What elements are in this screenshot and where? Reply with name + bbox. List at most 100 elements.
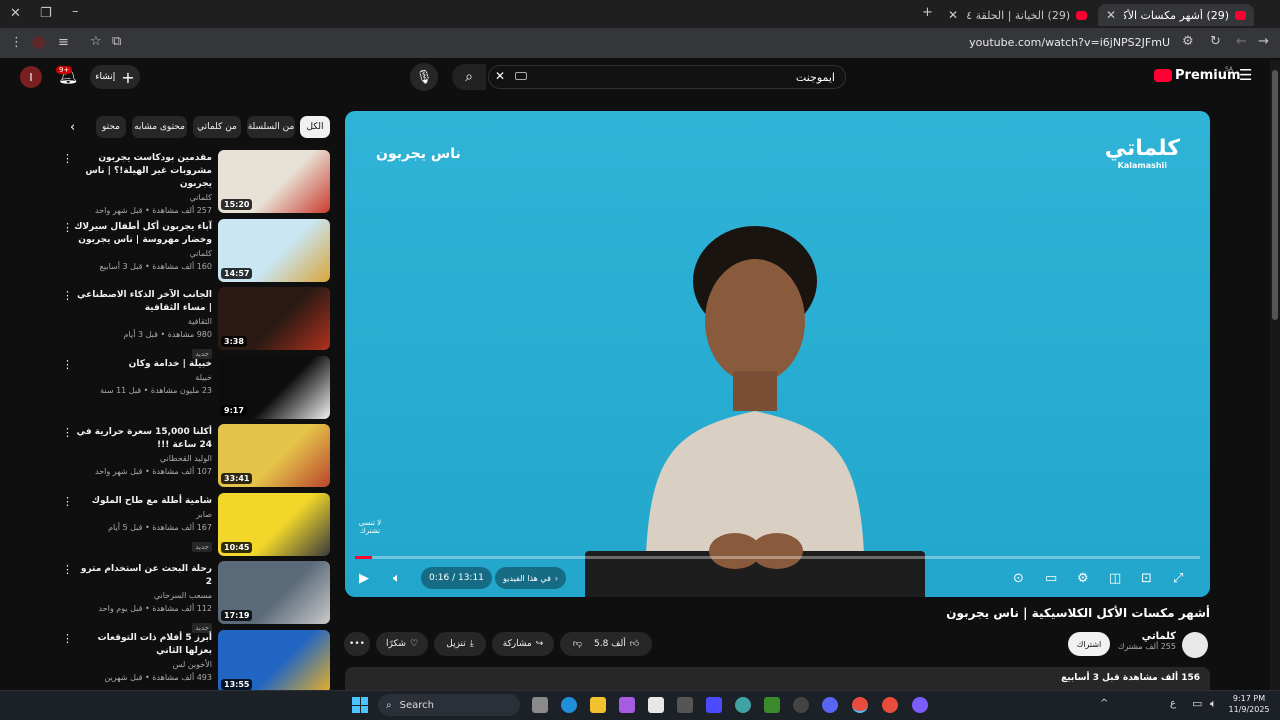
chip-all[interactable]: الكل [300,116,330,138]
recommendation-item[interactable]: 10:45 شامية أطلة مع طاح الملوك صابر 167 ألف… [58,492,330,557]
autoplay-toggle[interactable]: ⊙ [1013,571,1024,586]
discord-icon[interactable] [822,697,838,713]
bookmark-star-icon[interactable]: ☆ [90,34,102,49]
url-text[interactable]: youtube.com/watch?v=i6jNPS2JFmU [969,36,1170,49]
play-icon[interactable]: ▶ [359,571,369,586]
voice-search-icon[interactable]: 🎙︎ [410,63,438,91]
recommendation-channel[interactable]: الأخوين لس [72,658,212,671]
download-button[interactable]: تنزيل ⤓ [434,632,486,656]
chrome-icon[interactable] [852,697,868,713]
video-player[interactable]: ناس يجربون كلماتي Kalamashii لا تنسى تشت… [345,111,1210,597]
recommendation-item[interactable]: 13:55 أبرز 5 أفلام ذات التوقعات بعزلها ال… [58,629,330,694]
recommendation-item[interactable]: 15:20 مقدمين بودكاست يجربون مشروبات غير ا… [58,150,330,215]
more-options-icon[interactable]: ⋮ [62,632,73,645]
menu-dots-icon[interactable]: ⋮ [10,35,23,50]
create-button[interactable]: إنشاء + [90,65,140,89]
volume-icon[interactable]: 🔈︎ [393,571,401,586]
recommendation-title[interactable]: شامية أطلة مع طاح الملوك [72,495,212,508]
close-tab-icon[interactable]: ✕ [948,8,958,22]
chip-from-series[interactable]: من السلسلة [247,116,295,138]
more-actions-button[interactable]: ••• [344,632,370,656]
youtube-logo-icon[interactable] [1154,69,1172,82]
windows-start-icon[interactable] [352,697,368,713]
copilot-icon[interactable] [619,697,635,713]
recommendation-channel[interactable]: خبيلة [72,371,212,384]
keyboard-icon[interactable] [515,72,527,80]
chrome-icon[interactable] [882,697,898,713]
more-options-icon[interactable]: ⋮ [62,152,73,165]
search-input[interactable]: ✕ ايموجنت [488,65,846,89]
share-page-icon[interactable]: ⧉ [112,34,121,49]
recommendation-title[interactable]: آباء يجربون أكل أطفال سيرلاك وخضار مهروس… [72,221,212,247]
more-options-icon[interactable]: ⋮ [62,289,73,302]
reading-list-icon[interactable]: ≡ [58,35,69,50]
search-button[interactable]: ⌕ [452,64,486,90]
thanks-button[interactable]: شكرًا ♡ [376,632,428,656]
back-icon[interactable]: → [1258,34,1269,49]
more-options-icon[interactable]: ⋮ [62,358,73,371]
dislike-icon[interactable]: 👎︎ [573,639,582,649]
more-options-icon[interactable]: ⋮ [62,221,73,234]
share-button[interactable]: مشاركة ↪ [492,632,554,656]
reload-icon[interactable]: ↻ [1210,34,1221,49]
recommendation-title[interactable]: خبيلة | خدامة وكان [72,358,212,371]
recommendation-title[interactable]: مقدمين بودكاست يجربون مشروبات غير الهيلة… [72,152,212,191]
minimize-window-icon[interactable]: – [72,4,79,19]
chips-scroll-left-icon[interactable]: ‹ [70,120,75,135]
chapters-button[interactable]: في هذا الفيديو › [495,567,567,589]
channel-avatar[interactable] [1182,632,1208,658]
cast-icon[interactable]: ⊡ [1141,571,1152,586]
recommendation-channel[interactable]: الوليد القحطاني [72,452,212,465]
recommendation-item[interactable]: 33:41 أكلنا 15,000 سعرة حرارية في 24 ساعة… [58,424,330,488]
tab-active[interactable]: ✕ (29) أشهر مكسات الأكل الكلاسيكية [1098,4,1254,26]
recommendation-item[interactable]: 17:19 رحلة البحث عن استخدام مترو 2 مسعب ال… [58,561,330,633]
recommendation-title[interactable]: أكلنا 15,000 سعرة حرارية في 24 ساعة !!! [72,426,212,452]
fullscreen-icon[interactable]: ⤢ [1173,571,1183,586]
video-thumbnail[interactable]: 10:45 [218,492,330,556]
edge-browser-icon[interactable] [561,697,577,713]
video-thumbnail[interactable]: 13:55 [218,629,330,693]
taskbar-search[interactable]: ⌕ Search [378,694,520,716]
like-icon[interactable]: 👍︎ [630,639,639,649]
store-icon[interactable] [648,697,664,713]
chip-related[interactable]: محتوى مشابه [132,116,187,138]
captions-icon[interactable]: ▭ [1045,571,1057,586]
more-options-icon[interactable]: ⋮ [62,495,73,508]
subscribe-button[interactable]: اشتراك [1068,632,1110,656]
close-window-icon[interactable]: ✕ [10,6,21,21]
chip-more[interactable]: محتو [96,116,126,138]
scrollbar-thumb[interactable] [1272,70,1278,320]
app-icon[interactable] [677,697,693,713]
clear-search-icon[interactable]: ✕ [495,69,505,83]
app-icon[interactable] [912,697,928,713]
language-indicator[interactable]: ع [1170,698,1176,709]
progress-track[interactable] [355,556,1200,559]
new-tab-button[interactable]: + [922,5,933,20]
video-thumbnail[interactable]: 3:38 [218,287,330,350]
app-icon[interactable] [735,697,751,713]
recommendation-item[interactable]: 14:57 آباء يجربون أكل أطفال سيرلاك وخضار … [58,218,330,283]
speaker-icon[interactable]: 🔈︎ [1210,697,1217,711]
tray-chevron-icon[interactable]: ^ [1100,698,1108,709]
more-options-icon[interactable]: ⋮ [62,563,73,576]
avatar[interactable]: I [20,66,42,88]
file-explorer-icon[interactable] [590,697,606,713]
profile-icon[interactable] [32,36,45,49]
video-thumbnail[interactable]: 17:19 [218,561,330,624]
page-scrollbar[interactable] [1270,60,1280,690]
hamburger-menu-icon[interactable]: ☰ [1239,66,1252,84]
more-options-icon[interactable]: ⋮ [62,426,73,439]
recommendation-channel[interactable]: كلماتي [72,191,212,204]
recommendation-title[interactable]: الجانب الآخر الذكاء الاصطناعي | مساء الث… [72,289,212,315]
video-thumbnail[interactable]: 9:17 [218,355,330,419]
recommendation-channel[interactable]: مسعب السرحاني [72,589,212,602]
app-icon[interactable] [706,697,722,713]
chip-from-channel[interactable]: من كلماتي [193,116,241,138]
video-thumbnail[interactable]: 14:57 [218,218,330,282]
site-settings-icon[interactable]: ⚙ [1182,34,1194,49]
miniplayer-icon[interactable]: ◫ [1109,571,1121,586]
recommendation-channel[interactable]: الثقافية [72,315,212,328]
recommendation-title[interactable]: أبرز 5 أفلام ذات التوقعات بعزلها الثاني [72,632,212,658]
recommendation-item[interactable]: 3:38 الجانب الآخر الذكاء الاصطناعي | مساء… [58,287,330,359]
maximize-window-icon[interactable]: ❐ [40,6,52,21]
